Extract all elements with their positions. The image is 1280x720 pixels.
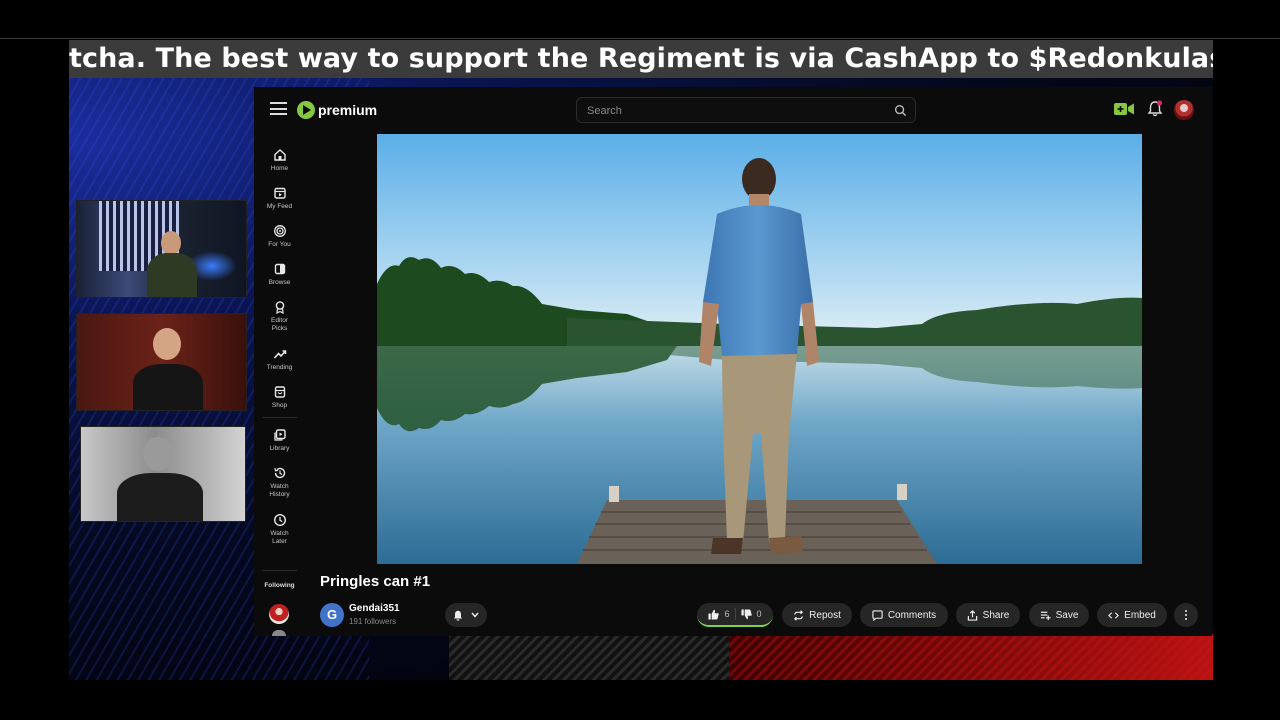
repost-icon (794, 609, 804, 621)
screen: tcha. The best way to support the Regime… (0, 0, 1280, 720)
share-icon (967, 609, 977, 621)
share-button[interactable]: Share (956, 603, 1020, 627)
save-label: Save (1055, 609, 1079, 621)
webcam-feed-2 (76, 313, 247, 411)
sidebar-item-library[interactable]: Library (254, 428, 305, 453)
sidebar-divider (262, 417, 297, 418)
sidebar-item-editor-picks[interactable]: Editor Picks (254, 300, 305, 333)
home-icon (273, 149, 286, 161)
thumbs-down-icon[interactable] (740, 608, 752, 620)
search-input[interactable] (587, 102, 877, 120)
play-logo-icon (297, 101, 315, 119)
sidebar-item-label: Watch History (269, 483, 290, 498)
sidebar-item-for-you[interactable]: For You (254, 224, 305, 249)
menu-icon[interactable] (270, 102, 287, 115)
top-bar: premium (254, 87, 1212, 133)
embed-label: Embed (1124, 609, 1156, 621)
trending-icon (273, 350, 286, 359)
thumbs-up-icon[interactable] (708, 609, 720, 620)
more-options-icon[interactable] (1174, 603, 1198, 627)
playlist-add-icon (1040, 611, 1051, 620)
sidebar-item-shop[interactable]: Shop (254, 385, 305, 410)
browse-icon (274, 263, 285, 275)
sidebar-item-home[interactable]: Home (254, 148, 305, 173)
sidebar-item-label: For You (268, 241, 291, 248)
subscribe-notification-button[interactable] (445, 603, 487, 627)
notifications-bell-icon[interactable] (1147, 100, 1163, 117)
top-divider (0, 38, 1280, 39)
bell-icon (454, 610, 462, 621)
repost-button[interactable]: Repost (782, 603, 852, 627)
share-label: Share (982, 609, 1010, 621)
comments-button[interactable]: Comments (860, 603, 948, 627)
webcam-feed-1 (76, 200, 247, 298)
following-channel-avatar[interactable] (269, 604, 289, 624)
sidebar-item-my-feed[interactable]: My Feed (254, 186, 305, 211)
vote-pill: 6 0 (697, 603, 773, 627)
sidebar: Home My Feed For You Browse Editor Picks… (254, 133, 305, 636)
code-icon (1108, 611, 1120, 619)
feed-icon (273, 187, 286, 199)
sidebar-item-label: Trending (266, 364, 293, 371)
video-site-window: premium Search Home My Feed For You Brow… (254, 87, 1212, 636)
person-body (133, 364, 203, 410)
person-body (147, 253, 197, 297)
chevron-down-icon (471, 612, 479, 618)
person-head (143, 437, 173, 471)
vote-separator (734, 608, 736, 620)
sidebar-divider (262, 570, 297, 571)
channel-avatar[interactable]: G (320, 603, 344, 627)
sidebar-item-label: Home (270, 165, 289, 172)
upload-video-icon[interactable] (1114, 102, 1134, 116)
likes-count: 6 (724, 609, 730, 619)
dislikes-count: 0 (756, 609, 762, 619)
save-button[interactable]: Save (1029, 603, 1089, 627)
sidebar-item-trending[interactable]: Trending (254, 347, 305, 372)
award-icon (275, 301, 284, 314)
sidebar-item-label: Browse (268, 279, 291, 286)
sidebar-item-label: My Feed (266, 203, 293, 210)
person-body (117, 473, 203, 521)
following-heading: Following (264, 582, 295, 589)
channel-name[interactable]: Gendai351 (349, 603, 400, 614)
sidebar-item-watch-later[interactable]: Watch Later (254, 513, 305, 546)
search-icon[interactable] (894, 104, 907, 117)
repost-label: Repost (809, 609, 841, 621)
logo[interactable]: premium (297, 99, 377, 121)
clock-icon (273, 513, 286, 527)
comment-icon (872, 609, 883, 621)
logo-text: premium (318, 102, 378, 118)
webcam-feed-3 (80, 426, 246, 522)
sidebar-item-browse[interactable]: Browse (254, 262, 305, 287)
following-channel-avatar[interactable] (272, 630, 286, 636)
embed-button[interactable]: Embed (1097, 603, 1167, 627)
sidebar-item-label: Library (269, 445, 290, 452)
sidebar-item-label: Shop (271, 402, 288, 409)
person-head (161, 231, 181, 255)
video-title: Pringles can #1 (320, 573, 431, 590)
video-frame (377, 134, 1142, 564)
library-icon (273, 429, 286, 441)
sidebar-item-label: Editor Picks (271, 317, 288, 332)
video-player[interactable] (377, 134, 1142, 564)
target-icon (273, 225, 286, 237)
user-avatar[interactable] (1174, 100, 1194, 120)
ticker-bar: tcha. The best way to support the Regime… (69, 40, 1213, 78)
channel-followers: 191 followers (349, 617, 397, 626)
ticker-text: tcha. The best way to support the Regime… (69, 43, 1213, 74)
carbon-strip-red (729, 634, 1213, 680)
history-icon (273, 467, 285, 479)
shop-icon (274, 386, 285, 398)
search-box (576, 97, 916, 123)
sidebar-item-label: Watch Later (270, 530, 289, 545)
person-head (153, 328, 181, 360)
comments-label: Comments (887, 609, 937, 621)
sidebar-item-watch-history[interactable]: Watch History (254, 466, 305, 499)
